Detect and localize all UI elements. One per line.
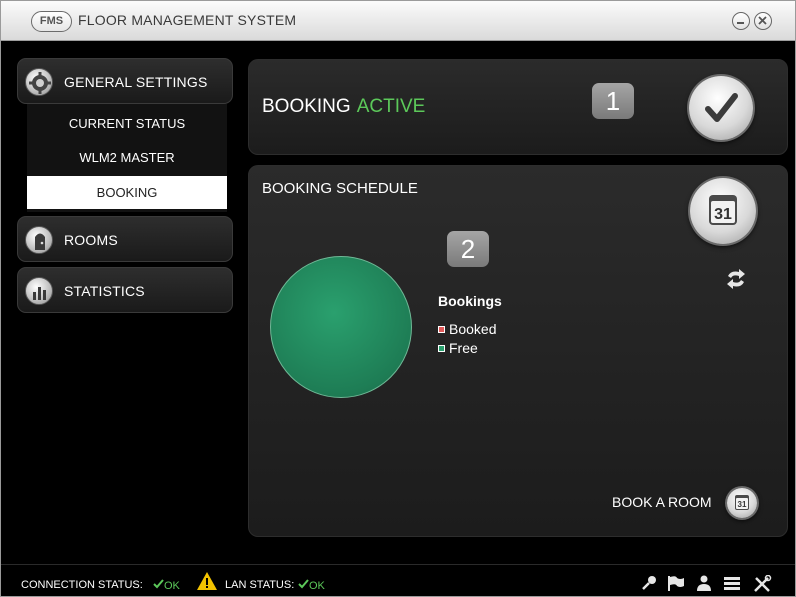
flag-icon[interactable] (667, 575, 685, 591)
legend-swatch-free (438, 345, 445, 352)
status-bar: CONNECTION STATUS: OK LAN STATUS: OK (1, 564, 795, 596)
calendar-icon: 31 (709, 195, 737, 225)
book-room-label[interactable]: BOOK A ROOM (612, 494, 712, 510)
tools-icon[interactable] (752, 575, 772, 593)
fms-logo: FMS (31, 11, 72, 32)
submenu-current-status[interactable]: CURRENT STATUS (27, 107, 227, 140)
legend-item-free: Free (438, 340, 478, 356)
nav-statistics[interactable]: STATISTICS (17, 267, 233, 313)
submenu-booking[interactable]: BOOKING (27, 176, 227, 209)
settings-submenu: CURRENT STATUS WLM2 MASTER BOOKING (27, 104, 227, 212)
lan-status-value: OK (298, 579, 325, 592)
checkmark-icon (705, 93, 738, 122)
nav-general-settings-label: GENERAL SETTINGS (64, 74, 208, 90)
nav-statistics-label: STATISTICS (64, 283, 145, 299)
ok-check-icon (298, 579, 309, 589)
server-icon[interactable] (723, 575, 741, 591)
legend-label-booked: Booked (449, 321, 497, 337)
booking-label: BOOKING (262, 96, 351, 117)
booking-status-label: BOOKING ACTIVE (262, 96, 425, 118)
calendar-small-icon: 31 (735, 495, 749, 510)
submenu-wlm2-master[interactable]: WLM2 MASTER (27, 141, 227, 174)
minimize-button[interactable] (732, 12, 750, 30)
bookings-pie-chart (270, 256, 412, 398)
activate-booking-button[interactable] (689, 76, 753, 140)
lan-ok-text: OK (309, 580, 325, 592)
pie-slice-free (272, 258, 412, 398)
minimize-icon (737, 22, 744, 24)
step-badge-2: 2 (447, 231, 489, 267)
book-room-icon-day: 31 (738, 500, 747, 509)
nav-general-settings[interactable]: GENERAL SETTINGS (17, 58, 233, 104)
booking-status-panel: BOOKING ACTIVE 1 (248, 59, 788, 155)
bar-chart-icon (25, 277, 53, 305)
window-title: FLOOR MANAGEMENT SYSTEM (78, 12, 297, 28)
legend-label-free: Free (449, 340, 478, 356)
key-icon[interactable] (641, 575, 657, 591)
legend-swatch-booked (438, 326, 445, 333)
user-icon[interactable] (695, 575, 713, 591)
title-bar: FMS FLOOR MANAGEMENT SYSTEM (1, 1, 795, 41)
calendar-day-text: 31 (714, 206, 732, 223)
ok-check-icon (153, 579, 164, 589)
nav-rooms[interactable]: ROOMS (17, 216, 233, 262)
refresh-icon (727, 269, 745, 289)
warning-icon (197, 572, 217, 590)
booking-schedule-title: BOOKING SCHEDULE (262, 180, 418, 197)
gear-icon (25, 68, 53, 96)
step-badge-1: 1 (592, 83, 634, 119)
legend-title: Bookings (438, 293, 502, 309)
pie-svg (271, 257, 413, 399)
calendar-button[interactable]: 31 (690, 178, 756, 244)
door-icon (25, 226, 53, 254)
nav-rooms-label: ROOMS (64, 232, 118, 248)
connection-status-value: OK (153, 579, 180, 592)
connection-status-label: CONNECTION STATUS: (21, 579, 143, 591)
legend-item-booked: Booked (438, 321, 496, 337)
booking-active-status: ACTIVE (356, 96, 426, 117)
book-room-button[interactable]: 31 (727, 488, 757, 518)
close-icon (758, 16, 767, 25)
close-button[interactable] (754, 12, 772, 30)
lan-status-label: LAN STATUS: (225, 579, 295, 591)
refresh-button[interactable] (724, 267, 748, 291)
app-window: FMS FLOOR MANAGEMENT SYSTEM GENERAL SETT… (0, 0, 796, 597)
connection-ok-text: OK (164, 580, 180, 592)
